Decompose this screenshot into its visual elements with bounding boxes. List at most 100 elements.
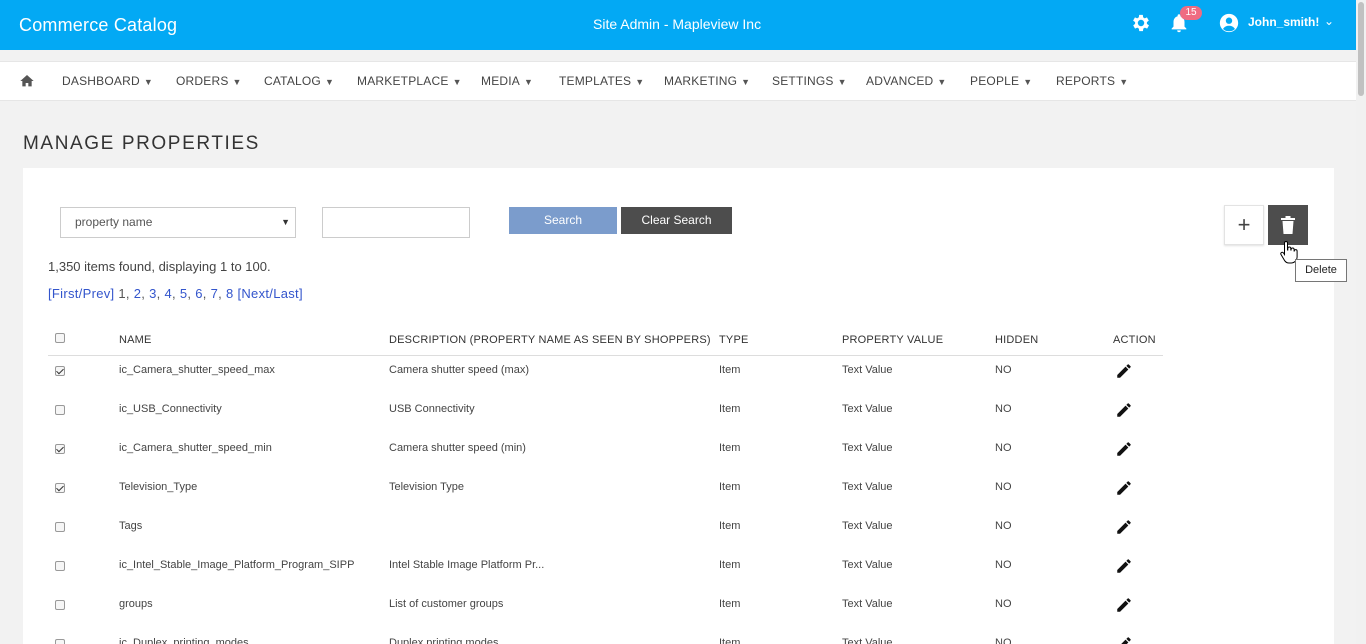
select-all-checkbox[interactable] — [55, 333, 65, 343]
edit-icon[interactable] — [1115, 635, 1133, 644]
column-header-action: ACTION — [1113, 334, 1156, 346]
page-scrollbar[interactable] — [1356, 0, 1366, 644]
column-header-description[interactable]: DESCRIPTION (PROPERTY NAME AS SEEN BY SH… — [389, 334, 711, 346]
row-checkbox[interactable] — [55, 444, 65, 454]
cell-name: ic_Duplex_printing_modes — [119, 637, 249, 644]
cell-hidden: NO — [995, 637, 1012, 644]
cell-name: Television_Type — [119, 481, 198, 493]
nav-marketplace[interactable]: MARKETPLACE ▼ — [357, 74, 462, 88]
pager-page-link[interactable]: 4 — [164, 286, 172, 301]
row-checkbox[interactable] — [55, 405, 65, 415]
search-input[interactable] — [322, 207, 470, 238]
home-icon[interactable] — [19, 73, 35, 89]
chevron-down-icon: ▼ — [232, 77, 242, 87]
edit-icon[interactable] — [1115, 440, 1133, 458]
chevron-down-icon[interactable]: ⌄ — [1324, 14, 1334, 28]
cell-type: Item — [719, 481, 741, 493]
cell-hidden: NO — [995, 520, 1012, 532]
row-checkbox[interactable] — [55, 483, 65, 493]
edit-icon[interactable] — [1115, 596, 1133, 614]
cell-property-value: Text Value — [842, 481, 893, 493]
cell-hidden: NO — [995, 403, 1012, 415]
cell-name: groups — [119, 598, 153, 610]
chevron-down-icon: ▼ — [1119, 77, 1129, 87]
nav-media[interactable]: MEDIA ▼ — [481, 74, 533, 88]
trash-icon — [1281, 216, 1295, 234]
search-button[interactable]: Search — [509, 207, 617, 234]
clear-search-button[interactable]: Clear Search — [621, 207, 732, 234]
table-header-divider — [48, 355, 1163, 356]
pager-page-link[interactable]: 6 — [195, 286, 203, 301]
cell-name: ic_USB_Connectivity — [119, 403, 222, 415]
delete-tooltip: Delete — [1295, 259, 1347, 282]
column-header-property-value[interactable]: PROPERTY VALUE — [842, 334, 943, 346]
row-checkbox[interactable] — [55, 639, 65, 644]
row-checkbox[interactable] — [55, 366, 65, 376]
pager-page-link[interactable]: 8 — [226, 286, 234, 301]
nav-reports[interactable]: REPORTS ▼ — [1056, 74, 1128, 88]
cell-name: ic_Intel_Stable_Image_Platform_Program_S… — [119, 559, 355, 571]
chevron-down-icon: ▼ — [635, 77, 645, 87]
cell-property-value: Text Value — [842, 598, 893, 610]
edit-icon[interactable] — [1115, 401, 1133, 419]
site-title: Site Admin - Mapleview Inc — [593, 16, 762, 32]
cell-description: Camera shutter speed (max) — [389, 364, 529, 376]
cell-type: Item — [719, 559, 741, 571]
chevron-down-icon: ▼ — [524, 77, 534, 87]
cell-property-value: Text Value — [842, 637, 893, 644]
nav-people[interactable]: PEOPLE ▼ — [970, 74, 1032, 88]
cell-property-value: Text Value — [842, 442, 893, 454]
chevron-down-icon: ▼ — [741, 77, 751, 87]
nav-advanced[interactable]: ADVANCED ▼ — [866, 74, 947, 88]
cell-description: Camera shutter speed (min) — [389, 442, 526, 454]
top-bar: Commerce Catalog Site Admin - Mapleview … — [0, 0, 1356, 50]
edit-icon[interactable] — [1115, 362, 1133, 380]
cell-property-value: Text Value — [842, 559, 893, 571]
cell-hidden: NO — [995, 481, 1012, 493]
chevron-down-icon: ▼ — [1023, 77, 1033, 87]
column-header-hidden[interactable]: HIDDEN — [995, 334, 1038, 346]
row-checkbox[interactable] — [55, 600, 65, 610]
username[interactable]: John_smith! — [1248, 15, 1319, 29]
chevron-down-icon: ▼ — [937, 77, 947, 87]
cell-name: Tags — [119, 520, 143, 532]
cell-hidden: NO — [995, 442, 1012, 454]
cell-property-value: Text Value — [842, 364, 893, 376]
edit-icon[interactable] — [1115, 557, 1133, 575]
cell-description: List of customer groups — [389, 598, 504, 610]
row-checkbox[interactable] — [55, 561, 65, 571]
nav-catalog[interactable]: CATALOG ▼ — [264, 74, 334, 88]
edit-icon[interactable] — [1115, 479, 1133, 497]
pager-next-last[interactable]: [Next/Last] — [237, 286, 302, 301]
delete-button[interactable] — [1268, 205, 1308, 245]
column-header-type[interactable]: TYPE — [719, 334, 749, 346]
brand-title[interactable]: Commerce Catalog — [19, 15, 177, 36]
nav-dashboard[interactable]: DASHBOARD ▼ — [62, 74, 153, 88]
pager-page-link[interactable]: 3 — [149, 286, 157, 301]
gear-icon[interactable] — [1130, 12, 1152, 34]
notification-badge: 15 — [1180, 6, 1202, 20]
edit-icon[interactable] — [1115, 518, 1133, 536]
chevron-down-icon: ▼ — [452, 77, 462, 87]
cell-type: Item — [719, 598, 741, 610]
nav-settings[interactable]: SETTINGS ▼ — [772, 74, 847, 88]
scroll-thumb[interactable] — [1358, 2, 1364, 96]
cell-hidden: NO — [995, 598, 1012, 610]
cell-hidden: NO — [995, 559, 1012, 571]
chevron-down-icon: ▼ — [837, 77, 847, 87]
main-nav: DASHBOARD ▼ ORDERS ▼ CATALOG ▼ MARKETPLACE ▼… — [0, 61, 1356, 101]
nav-marketing[interactable]: MARKETING ▼ — [664, 74, 750, 88]
pager-first-prev[interactable]: [First/Prev] — [48, 286, 114, 301]
nav-orders[interactable]: ORDERS ▼ — [176, 74, 242, 88]
chevron-down-icon: ▼ — [324, 77, 335, 87]
search-field-select[interactable]: property name ▼ — [60, 207, 296, 238]
cell-type: Item — [719, 442, 741, 454]
row-checkbox[interactable] — [55, 522, 65, 532]
column-header-name[interactable]: NAME — [119, 334, 152, 346]
cell-description: USB Connectivity — [389, 403, 475, 415]
user-avatar-icon[interactable] — [1218, 12, 1240, 34]
nav-templates[interactable]: TEMPLATES ▼ — [559, 74, 644, 88]
add-property-button[interactable]: + — [1224, 205, 1264, 245]
cell-hidden: NO — [995, 364, 1012, 376]
pager-page-link[interactable]: 7 — [211, 286, 219, 301]
